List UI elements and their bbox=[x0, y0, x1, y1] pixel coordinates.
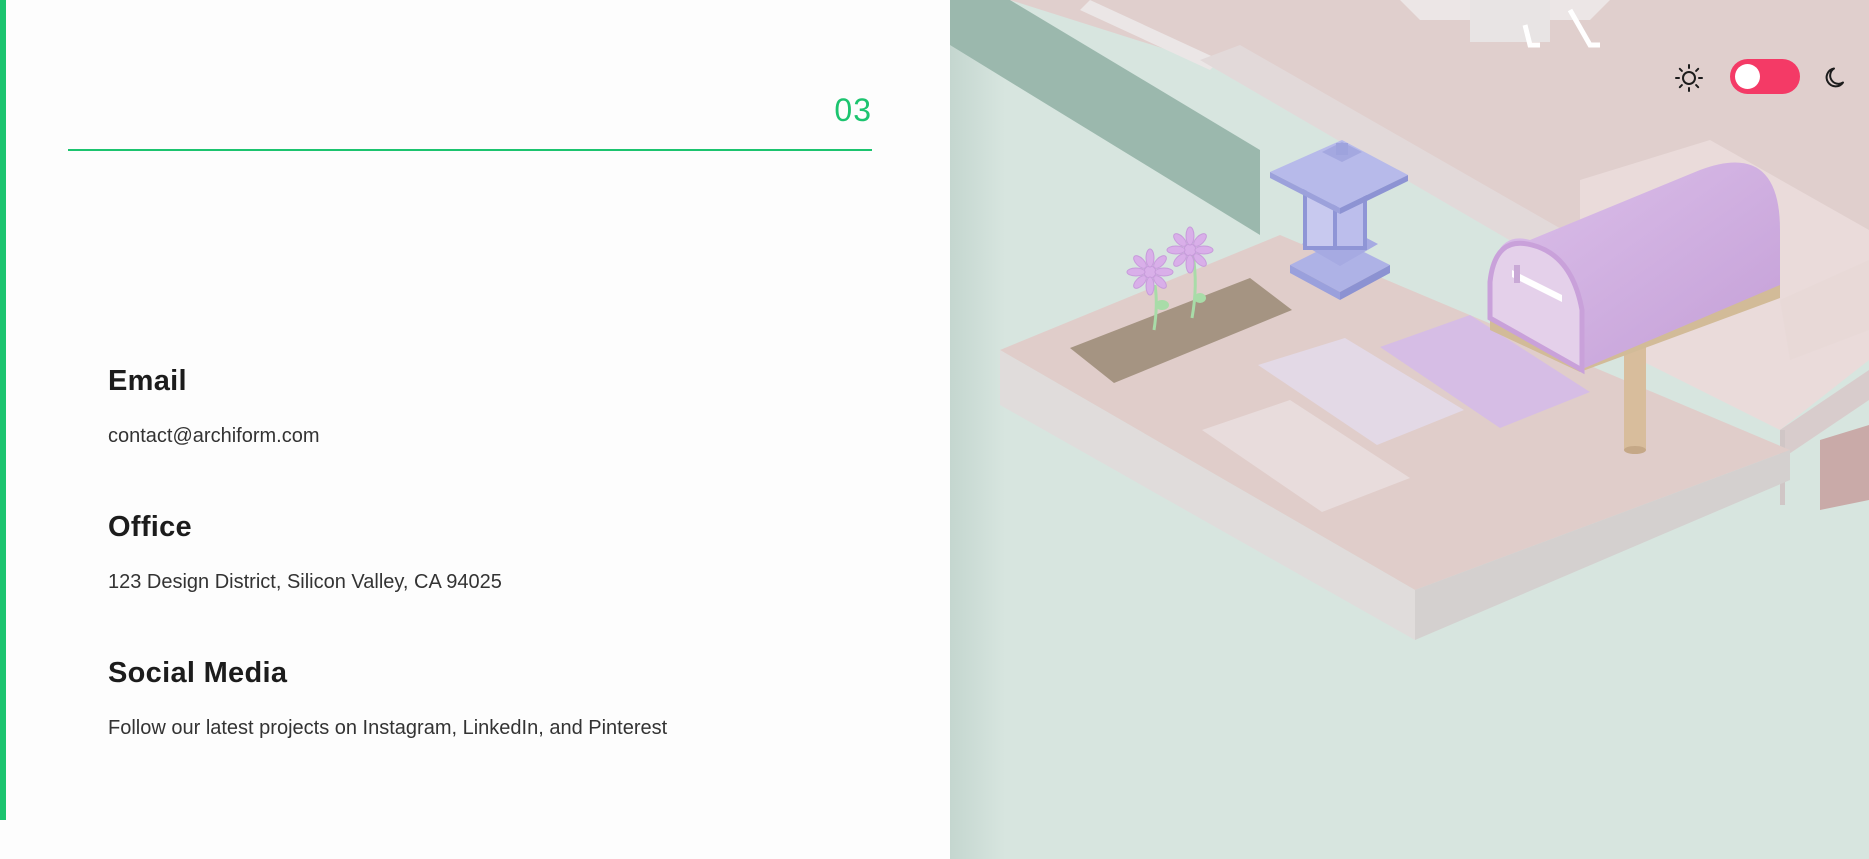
section-number: 03 bbox=[834, 92, 872, 128]
office-block: Office 123 Design District, Silicon Vall… bbox=[108, 511, 502, 593]
office-heading: Office bbox=[108, 511, 192, 543]
section-divider bbox=[68, 149, 872, 151]
email-value[interactable]: contact@archiform.com bbox=[108, 425, 319, 448]
theme-toggle bbox=[1674, 55, 1864, 99]
social-description: Follow our latest projects on Instagram,… bbox=[108, 717, 668, 739]
moon-icon[interactable] bbox=[1822, 63, 1852, 93]
office-address: 123 Design District, Silicon Valley, CA … bbox=[108, 571, 502, 593]
isometric-scene bbox=[950, 0, 1869, 859]
social-heading: Social Media bbox=[108, 657, 288, 689]
accent-bar bbox=[0, 0, 6, 820]
scene-illustration bbox=[950, 0, 1869, 859]
theme-toggle-switch[interactable] bbox=[1730, 59, 1800, 94]
contact-page: 03 Email contact@archiform.com Office 12… bbox=[0, 0, 1869, 859]
contact-panel: 03 Email contact@archiform.com Office 12… bbox=[0, 0, 950, 859]
toggle-knob bbox=[1735, 64, 1760, 89]
email-heading: Email bbox=[108, 365, 187, 397]
social-block: Social Media Follow our latest projects … bbox=[108, 657, 667, 739]
email-block: Email contact@archiform.com bbox=[108, 365, 319, 447]
sun-icon[interactable] bbox=[1674, 63, 1704, 93]
